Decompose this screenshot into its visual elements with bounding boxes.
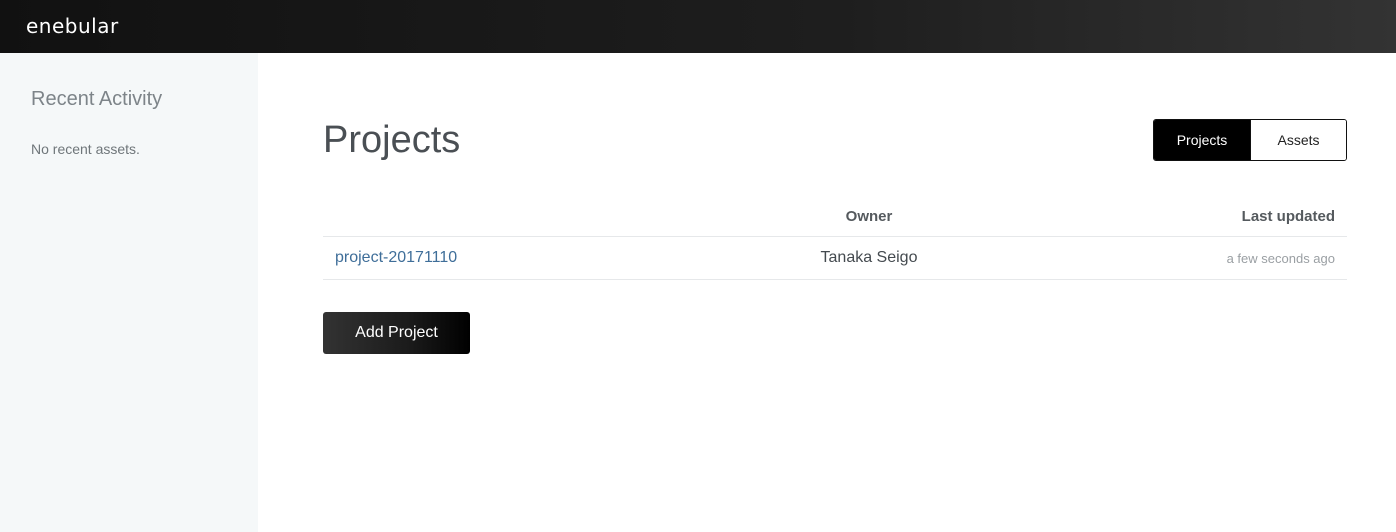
sidebar-title: Recent Activity xyxy=(31,88,163,110)
column-header-last-updated: Last updated xyxy=(1061,196,1347,237)
projects-toggle-button[interactable]: Projects xyxy=(1154,120,1250,160)
column-header-owner: Owner xyxy=(677,196,1061,237)
table-row: project-20171110 Tanaka Seigo a few seco… xyxy=(323,236,1347,280)
add-project-button[interactable]: Add Project xyxy=(323,312,470,354)
main-content: Projects Projects Assets Owner Last upda… xyxy=(258,53,1396,532)
page-title: Projects xyxy=(323,119,461,161)
view-toggle: Projects Assets xyxy=(1153,119,1347,161)
project-owner-cell: Tanaka Seigo xyxy=(677,236,1061,280)
projects-table: Owner Last updated project-20171110 Tana… xyxy=(323,196,1347,280)
assets-toggle-button[interactable]: Assets xyxy=(1250,120,1346,160)
no-recent-assets-message: No recent assets. xyxy=(31,141,140,157)
top-navigation-bar: enebular xyxy=(0,0,1396,53)
project-name-cell: project-20171110 xyxy=(323,236,677,280)
enebular-logo[interactable]: enebular xyxy=(26,13,119,39)
project-last-updated-cell: a few seconds ago xyxy=(1061,236,1347,280)
project-link[interactable]: project-20171110 xyxy=(335,249,457,266)
column-header-name xyxy=(323,196,677,237)
sidebar: Recent Activity No recent assets. xyxy=(0,53,258,532)
table-header-row: Owner Last updated xyxy=(323,196,1347,237)
